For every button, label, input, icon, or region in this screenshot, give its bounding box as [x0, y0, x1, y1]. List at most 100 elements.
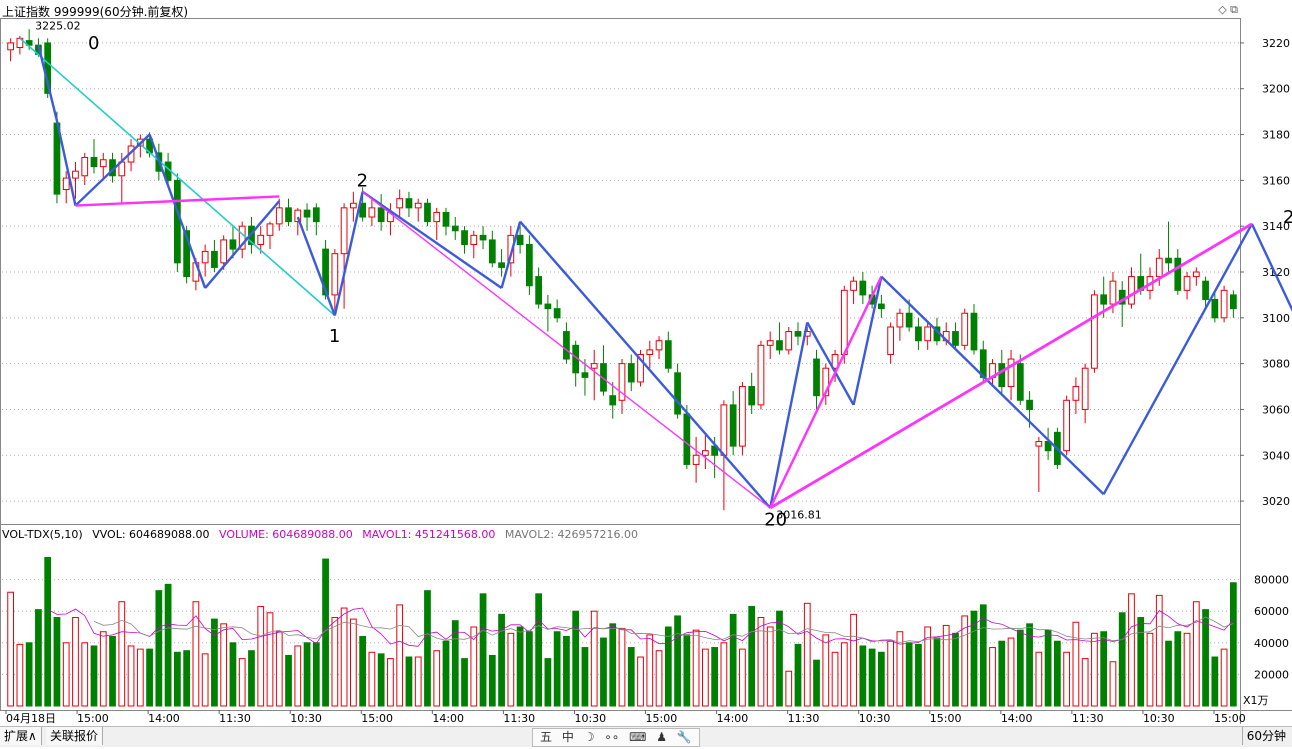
wave-label: 1 [329, 326, 340, 347]
volume-bar [989, 647, 996, 707]
wave-arrow [333, 191, 364, 316]
candle-body [998, 363, 1006, 388]
candle-body [266, 223, 274, 236]
candle-body [488, 239, 496, 264]
candle-body [961, 312, 969, 346]
tool-chinese-icon[interactable]: 中 [562, 730, 574, 744]
volume-bar [544, 658, 552, 707]
price-tick-label: 3040 [1262, 449, 1290, 462]
candle-body [201, 250, 209, 264]
time-label: 10:30 [859, 712, 891, 725]
candle-body [62, 177, 70, 191]
volume-bar [266, 612, 274, 707]
volume-bar [711, 647, 719, 707]
window-controls[interactable]: ◇ ⧉ [1218, 3, 1238, 17]
candle-body [535, 276, 543, 305]
volume-bar [748, 605, 756, 707]
volume-bar [609, 623, 617, 707]
tool-moon-icon[interactable]: ☽ [584, 730, 595, 744]
candle-body [414, 202, 422, 209]
time-label: 15:00 [930, 712, 962, 725]
tab-expand[interactable]: 扩展∧ [0, 727, 42, 745]
candle-body [498, 262, 505, 268]
volume-bar [192, 601, 200, 707]
period-selector[interactable]: 60分钟 [1241, 727, 1290, 745]
volume-bar [1081, 658, 1089, 707]
wave-label: 20 [764, 509, 787, 530]
candle-body [563, 331, 570, 360]
volume-bar [479, 593, 487, 707]
candle-body [257, 234, 265, 246]
volume-bar [618, 628, 626, 707]
mavol1-value: MAVOL1: 451241568.00 [362, 528, 496, 541]
toolbar: 五 中 ☽ ∘∘ ⌨ ♟ 🔧 [532, 728, 700, 747]
volume-bar [766, 626, 774, 707]
volume-bar [220, 623, 228, 707]
time-label: 11:30 [219, 712, 251, 725]
volume-bar [516, 626, 524, 707]
volume-bar [183, 650, 191, 707]
candle-body [590, 363, 598, 369]
candle-body [368, 207, 376, 218]
volume-bar [905, 642, 913, 707]
candle-body [674, 372, 681, 415]
candle-body [766, 340, 774, 346]
volume-tick-label: 40000 [1254, 637, 1289, 650]
volume-bar [331, 617, 339, 707]
volume-bar [535, 593, 543, 707]
time-label: 14:00 [717, 712, 749, 725]
volume-bar [1165, 640, 1172, 707]
candle-body [90, 156, 98, 168]
volume-bar [1044, 629, 1052, 707]
candle-body [1192, 271, 1200, 278]
volume-bar [1091, 632, 1098, 707]
volume-bar [553, 631, 561, 707]
volume-bar [62, 642, 70, 707]
chart-svg: 3020304030603080310031203140316031803200… [0, 18, 1292, 725]
candle-body [285, 207, 292, 223]
candle-body [1109, 280, 1117, 305]
candle-body [349, 202, 357, 209]
price-annotation: 3225.02 [35, 19, 81, 32]
candle-body [1155, 257, 1163, 278]
candle-body [970, 312, 978, 351]
candle-body [877, 303, 885, 310]
time-label: 14:00 [432, 712, 464, 725]
candle-body [1091, 294, 1098, 369]
wave-arrow [852, 276, 883, 406]
volume-bar [155, 590, 163, 707]
candle-body [609, 395, 617, 406]
volume-bar [563, 635, 570, 707]
candle-body [516, 234, 524, 246]
candle-body [396, 198, 404, 209]
volume-bar [572, 610, 580, 707]
candle-body [850, 280, 857, 291]
candle-body [720, 404, 728, 456]
volume-bar [359, 635, 367, 707]
candle-body [887, 326, 895, 355]
tool-user-icon[interactable]: ♟ [656, 730, 667, 744]
tool-wrench-icon[interactable]: 🔧 [677, 730, 692, 744]
candle-body [748, 386, 756, 406]
price-tick-label: 3080 [1262, 358, 1290, 371]
tool-dots-icon[interactable]: ∘∘ [604, 730, 619, 744]
vvol-value: VVOL: 604689088.00 [92, 528, 210, 541]
volume-tick-label: 60000 [1254, 605, 1289, 618]
volume-bar [1007, 637, 1015, 707]
tab-related-quotes[interactable]: 关联报价 [46, 727, 104, 745]
candle-body [173, 179, 181, 264]
volume-bar [1053, 640, 1061, 707]
tool-keyboard-icon[interactable]: ⌨ [629, 730, 646, 744]
volume-bar [683, 634, 691, 707]
volume-bar [368, 651, 376, 707]
candle-body [525, 244, 533, 287]
volume-bar [488, 654, 496, 707]
volume-bar [127, 645, 135, 707]
price-tick-label: 3020 [1262, 495, 1290, 508]
wave-arrow [769, 276, 883, 509]
tool-five-icon[interactable]: 五 [540, 730, 552, 744]
volume-bar [655, 650, 663, 707]
volume-bar [25, 642, 33, 707]
volume-bar [211, 618, 218, 707]
volume-bar [785, 670, 793, 707]
